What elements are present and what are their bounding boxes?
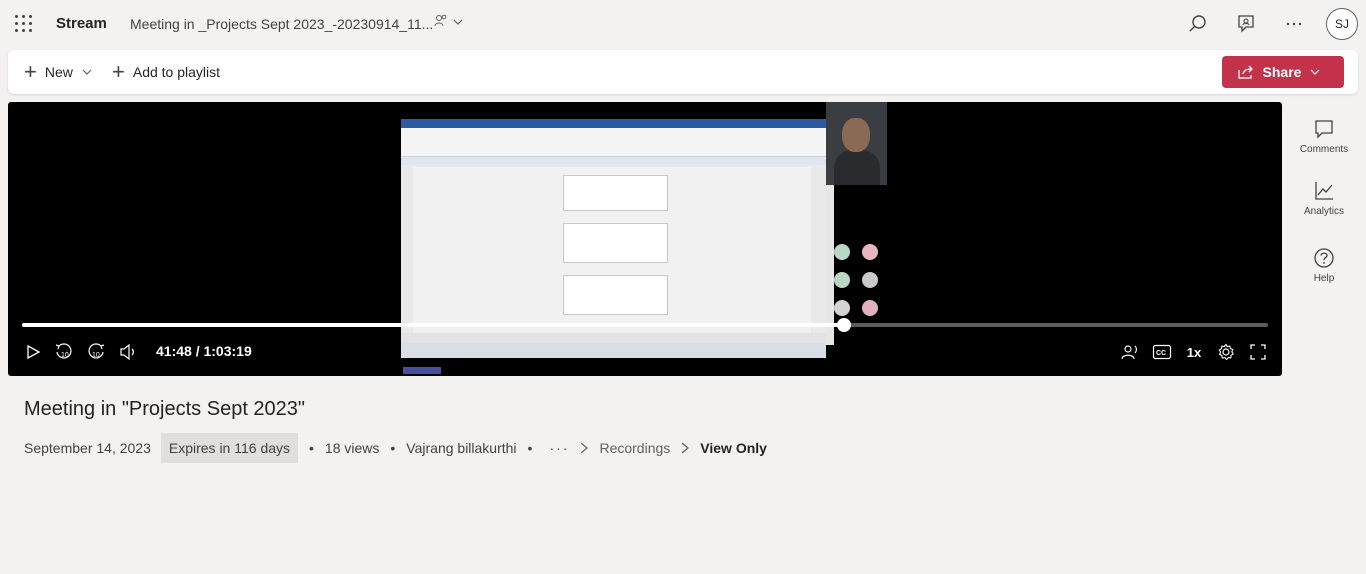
waffle-icon[interactable] bbox=[14, 14, 34, 34]
command-bar: + New + Add to playlist Share bbox=[8, 50, 1358, 94]
analytics-icon bbox=[1315, 182, 1333, 200]
video-metadata: September 14, 2023 Expires in 116 days •… bbox=[24, 433, 767, 463]
comments-button[interactable]: Comments bbox=[1290, 118, 1358, 155]
participant-tile bbox=[834, 244, 850, 260]
closed-captions-button[interactable]: CC bbox=[1150, 342, 1174, 362]
skip-back-icon: 10 bbox=[55, 343, 72, 359]
title-actions[interactable] bbox=[434, 14, 464, 31]
svg-text:CC: CC bbox=[1156, 350, 1166, 357]
chevron-down-icon bbox=[453, 19, 463, 25]
video-date: September 14, 2023 bbox=[24, 440, 151, 456]
captions-speaker-button[interactable] bbox=[1118, 342, 1142, 362]
volume-icon bbox=[120, 343, 134, 361]
participant-tile bbox=[862, 300, 878, 316]
more-icon[interactable] bbox=[1282, 12, 1306, 36]
avatar[interactable]: SJ bbox=[1326, 8, 1358, 40]
video-player[interactable]: 10 10 41:48 / 1:03:19 CC 1x bbox=[8, 102, 1282, 376]
analytics-label: Analytics bbox=[1303, 206, 1344, 217]
share-label: Share bbox=[1262, 64, 1302, 80]
expiration-badge[interactable]: Expires in 116 days bbox=[160, 433, 299, 463]
breadcrumb-recordings[interactable]: Recordings bbox=[599, 440, 670, 456]
skip-forward-seconds: 10 bbox=[92, 352, 100, 359]
participant-tile bbox=[862, 244, 878, 260]
skip-forward-icon: 10 bbox=[88, 343, 105, 359]
plus-icon: + bbox=[24, 59, 37, 84]
app-name[interactable]: Stream bbox=[56, 15, 107, 32]
gear-icon bbox=[1218, 343, 1234, 361]
chevron-right-icon bbox=[581, 442, 589, 454]
play-icon bbox=[27, 344, 41, 360]
breadcrumb-more-icon[interactable]: ··· bbox=[549, 440, 569, 456]
share-button[interactable]: Share bbox=[1222, 56, 1344, 88]
separator-dot: • bbox=[309, 440, 314, 456]
skip-back-button[interactable]: 10 bbox=[52, 342, 76, 362]
chevron-down-icon bbox=[1311, 69, 1320, 75]
comment-icon bbox=[1315, 120, 1333, 139]
speaker-coach-icon bbox=[1121, 345, 1137, 360]
add-to-playlist-button[interactable]: + Add to playlist bbox=[112, 50, 220, 94]
chevron-right-icon bbox=[681, 442, 690, 454]
people-icon bbox=[434, 14, 447, 27]
analytics-button[interactable]: Analytics bbox=[1290, 180, 1358, 217]
share-icon bbox=[1237, 65, 1253, 79]
fullscreen-icon bbox=[1250, 344, 1266, 360]
fullscreen-button[interactable] bbox=[1246, 342, 1270, 362]
document-title[interactable]: Meeting in _Projects Sept 2023_-20230914… bbox=[130, 16, 433, 32]
progress-fill bbox=[22, 323, 845, 327]
feedback-icon[interactable] bbox=[1234, 12, 1258, 36]
video-title: Meeting in "Projects Sept 2023" bbox=[24, 398, 306, 420]
help-label: Help bbox=[1313, 273, 1335, 284]
participant-tile bbox=[862, 272, 878, 288]
cc-icon: CC bbox=[1152, 344, 1172, 360]
search-icon[interactable] bbox=[1186, 12, 1210, 36]
top-bar: Stream Meeting in _Projects Sept 2023_-2… bbox=[0, 0, 1366, 48]
owner-name[interactable]: Vajrang billakurthi bbox=[406, 440, 516, 456]
play-button[interactable] bbox=[22, 342, 44, 362]
settings-button[interactable] bbox=[1214, 342, 1238, 362]
playback-speed-button[interactable]: 1x bbox=[1182, 342, 1206, 362]
skip-back-seconds: 10 bbox=[61, 352, 69, 359]
breadcrumb-current: View Only bbox=[700, 440, 767, 456]
participant-video bbox=[826, 102, 887, 185]
participant-tile bbox=[834, 300, 850, 316]
view-count: 18 views bbox=[324, 440, 380, 456]
add-to-playlist-label: Add to playlist bbox=[132, 64, 221, 80]
volume-button[interactable] bbox=[116, 342, 140, 362]
new-button[interactable]: + New bbox=[24, 50, 93, 94]
new-label: New bbox=[44, 64, 73, 80]
time-display: 41:48 / 1:03:19 bbox=[156, 343, 252, 359]
progress-thumb[interactable] bbox=[837, 318, 852, 332]
separator-dot: • bbox=[527, 440, 533, 456]
help-icon bbox=[1314, 248, 1334, 268]
chevron-down-icon bbox=[82, 69, 92, 75]
comments-label: Comments bbox=[1299, 144, 1349, 155]
separator-dot: • bbox=[390, 440, 396, 456]
participant-tile bbox=[834, 272, 850, 288]
skip-forward-button[interactable]: 10 bbox=[84, 342, 108, 362]
plus-icon: + bbox=[112, 59, 125, 84]
help-button[interactable]: Help bbox=[1290, 247, 1358, 284]
